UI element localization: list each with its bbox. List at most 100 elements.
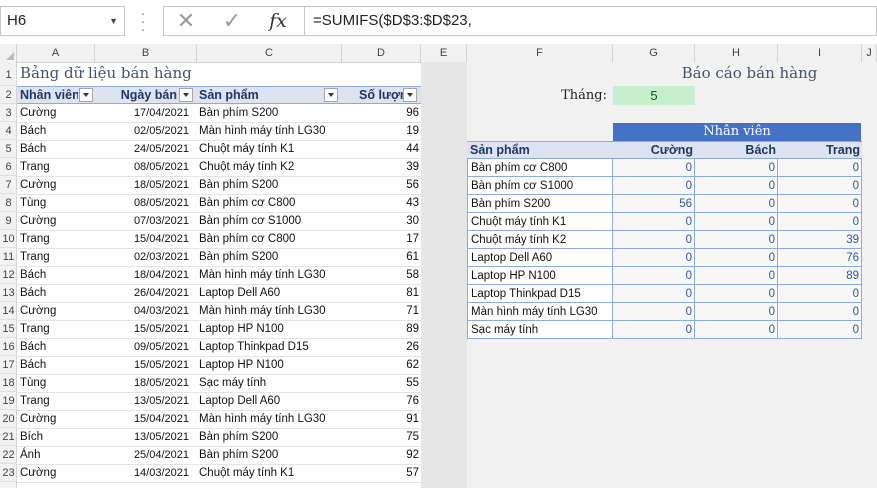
month-input-cell[interactable]: 5 xyxy=(613,86,695,105)
cell-nhan-vien[interactable]: Cường xyxy=(20,176,98,194)
cell-ngay-ban[interactable]: 02/05/2021 xyxy=(112,122,189,140)
cell-nhan-vien[interactable]: Bách xyxy=(20,122,98,140)
cell-nhan-vien[interactable]: Trang xyxy=(20,248,98,266)
cell-nhan-vien[interactable]: Trang xyxy=(20,230,98,248)
filter-dropdown-icon[interactable] xyxy=(79,88,93,102)
cell-so-luong[interactable]: 43 xyxy=(319,194,419,212)
cell-so-luong[interactable]: 75 xyxy=(319,428,419,446)
row-header[interactable]: 9 xyxy=(0,212,17,230)
cell-so-luong[interactable]: 55 xyxy=(319,374,419,392)
filter-dropdown-icon[interactable] xyxy=(324,88,338,102)
report-value-cell[interactable]: 0 xyxy=(613,177,695,195)
report-value-cell[interactable]: 89 xyxy=(778,267,862,285)
row-header[interactable]: 4 xyxy=(0,122,17,140)
close-icon[interactable]: ✕ xyxy=(166,7,206,35)
report-value-cell[interactable]: 0 xyxy=(778,303,862,321)
cell-ngay-ban[interactable]: 24/05/2021 xyxy=(112,140,189,158)
row-header[interactable]: 17 xyxy=(0,356,17,374)
cell-nhan-vien[interactable]: Bách xyxy=(20,140,98,158)
report-value-cell[interactable]: 0 xyxy=(778,195,862,213)
name-box[interactable]: H6 ▼ xyxy=(0,6,125,36)
report-product[interactable]: Màn hình máy tính LG30 xyxy=(467,303,613,321)
cell-nhan-vien[interactable]: Ánh xyxy=(20,446,98,464)
formula-input[interactable]: =SUMIFS($D$3:$D$23, xyxy=(305,6,877,36)
report-value-cell[interactable]: 0 xyxy=(613,231,695,249)
report-header-staff[interactable]: Trang xyxy=(778,142,860,159)
report-product[interactable]: Chuột máy tính K1 xyxy=(467,213,613,231)
cell-nhan-vien[interactable]: Tùng xyxy=(20,194,98,212)
cell-nhan-vien[interactable]: Bách xyxy=(20,356,98,374)
header-ngay-ban[interactable]: Ngày bán xyxy=(117,87,177,104)
column-header-b[interactable]: B xyxy=(95,44,197,62)
cell-ngay-ban[interactable]: 14/03/2021 xyxy=(112,464,189,482)
cell-nhan-vien[interactable]: Trang xyxy=(20,392,98,410)
cell-ngay-ban[interactable]: 18/05/2021 xyxy=(112,374,189,392)
row-header[interactable]: 23 xyxy=(0,464,17,482)
report-value-cell[interactable]: 0 xyxy=(778,285,862,303)
row-header[interactable]: 5 xyxy=(0,140,17,158)
report-value-cell[interactable]: 0 xyxy=(613,249,695,267)
report-product[interactable]: Bàn phím cơ C800 xyxy=(467,159,613,177)
report-value-cell[interactable]: 39 xyxy=(778,231,862,249)
cell-nhan-vien[interactable]: Tùng xyxy=(20,374,98,392)
cell-nhan-vien[interactable]: Cường xyxy=(20,302,98,320)
cell-ngay-ban[interactable]: 13/05/2021 xyxy=(112,392,189,410)
column-header-i[interactable]: I xyxy=(778,44,862,62)
report-value-cell[interactable]: 56 xyxy=(613,195,695,213)
cell-so-luong[interactable]: 96 xyxy=(319,104,419,122)
row-header[interactable]: 7 xyxy=(0,176,17,194)
row-header[interactable]: 10 xyxy=(0,230,17,248)
cell-ngay-ban[interactable]: 15/05/2021 xyxy=(112,356,189,374)
column-header-h[interactable]: H xyxy=(695,44,778,62)
row-header[interactable]: 8 xyxy=(0,194,17,212)
cell-nhan-vien[interactable]: Bách xyxy=(20,284,98,302)
fx-icon[interactable]: fx xyxy=(258,7,298,35)
cell-so-luong[interactable]: 17 xyxy=(319,230,419,248)
report-value-cell[interactable]: 0 xyxy=(613,321,695,339)
cell-nhan-vien[interactable]: Bách xyxy=(20,338,98,356)
report-header-staff[interactable]: Cường xyxy=(613,142,693,159)
column-header-d[interactable]: D xyxy=(342,44,421,62)
cell-ngay-ban[interactable]: 17/04/2021 xyxy=(112,104,189,122)
report-value-cell[interactable]: 0 xyxy=(695,213,778,231)
report-value-cell[interactable]: 0 xyxy=(613,303,695,321)
report-value-cell[interactable]: 0 xyxy=(695,321,778,339)
cell-nhan-vien[interactable]: Bích xyxy=(20,428,98,446)
column-header-a[interactable]: A xyxy=(17,44,95,62)
row-header[interactable]: 21 xyxy=(0,428,17,446)
report-value-cell[interactable]: 0 xyxy=(695,249,778,267)
report-value-cell[interactable]: 0 xyxy=(695,303,778,321)
report-value-cell[interactable]: 0 xyxy=(778,321,862,339)
cell-nhan-vien[interactable]: Cường xyxy=(20,104,98,122)
chevron-down-icon[interactable]: ▼ xyxy=(109,7,118,35)
cell-so-luong[interactable]: 89 xyxy=(319,320,419,338)
cell-so-luong[interactable]: 71 xyxy=(319,302,419,320)
row-header[interactable]: 3 xyxy=(0,104,17,122)
cell-so-luong[interactable]: 39 xyxy=(319,158,419,176)
cell-ngay-ban[interactable]: 15/05/2021 xyxy=(112,320,189,338)
cell-ngay-ban[interactable]: 04/03/2021 xyxy=(112,302,189,320)
row-header[interactable]: 14 xyxy=(0,302,17,320)
row-header[interactable]: 18 xyxy=(0,374,17,392)
row-header[interactable]: 2 xyxy=(0,86,17,104)
row-header[interactable]: 13 xyxy=(0,284,17,302)
cell-so-luong[interactable]: 57 xyxy=(319,464,419,482)
cell-ngay-ban[interactable]: 08/05/2021 xyxy=(112,158,189,176)
row-header[interactable]: 19 xyxy=(0,392,17,410)
cell-so-luong[interactable]: 92 xyxy=(319,446,419,464)
cell-ngay-ban[interactable]: 18/05/2021 xyxy=(112,176,189,194)
report-value-cell[interactable]: 76 xyxy=(778,249,862,267)
row-header[interactable]: 12 xyxy=(0,266,17,284)
row-header[interactable]: 20 xyxy=(0,410,17,428)
report-value-cell[interactable]: 0 xyxy=(695,177,778,195)
cell-ngay-ban[interactable]: 08/05/2021 xyxy=(112,194,189,212)
report-product[interactable]: Laptop Dell A60 xyxy=(467,249,613,267)
report-product[interactable]: Laptop HP N100 xyxy=(467,267,613,285)
report-value-cell[interactable]: 0 xyxy=(695,267,778,285)
cell-nhan-vien[interactable]: Trang xyxy=(20,158,98,176)
column-header-c[interactable]: C xyxy=(197,44,342,62)
report-value-cell[interactable]: 0 xyxy=(613,213,695,231)
report-value-cell[interactable]: 0 xyxy=(695,231,778,249)
report-product[interactable]: Bàn phím cơ S1000 xyxy=(467,177,613,195)
cell-ngay-ban[interactable]: 25/04/2021 xyxy=(112,446,189,464)
